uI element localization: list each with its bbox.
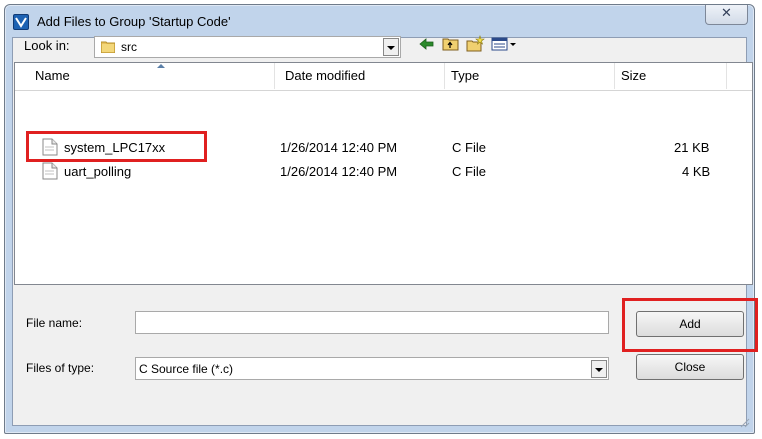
close-icon: ✕ [721,6,732,21]
file-date: 1/26/2014 12:40 PM [280,164,398,179]
files-of-type-value: C Source file (*.c) [139,362,234,376]
close-window-button[interactable]: ✕ [705,5,748,25]
column-header-name[interactable]: Name [15,63,275,89]
new-folder-icon[interactable] [464,34,486,54]
column-header-size[interactable]: Size [615,63,727,89]
up-folder-icon[interactable] [440,34,462,54]
chevron-down-icon[interactable] [591,360,607,378]
file-name-input[interactable] [135,311,609,334]
close-button[interactable]: Close [636,354,744,380]
look-in-value: src [121,40,137,54]
resize-grip-icon[interactable] [738,416,750,428]
title-bar[interactable]: Add Files to Group 'Startup Code' ✕ [5,5,754,37]
highlight-annotation-file [26,131,207,162]
folder-icon [101,41,115,53]
file-list-header: Name Date modified Type Size [15,63,752,91]
c-file-icon [42,162,58,180]
file-name-label: File name: [26,316,83,330]
window-title: Add Files to Group 'Startup Code' [37,14,231,29]
column-header-date-modified[interactable]: Date modified [275,63,445,89]
view-menu-icon[interactable] [490,34,520,54]
chevron-down-icon[interactable] [383,38,399,56]
keil-app-icon [13,14,29,30]
file-row[interactable]: uart_polling 1/26/2014 12:40 PM C File 4… [14,162,734,182]
back-arrow-icon[interactable] [416,34,438,54]
files-of-type-select[interactable]: C Source file (*.c) [135,357,609,380]
file-type: C File [452,140,486,155]
file-name: uart_polling [64,164,132,179]
file-type: C File [452,164,486,179]
file-size: 21 KB [674,140,710,155]
file-size: 4 KB [682,164,711,179]
file-date: 1/26/2014 12:40 PM [280,140,398,155]
files-of-type-label: Files of type: [26,361,95,375]
highlight-annotation-add [622,298,758,352]
sort-ascending-icon [157,64,165,68]
look-in-select[interactable]: src [94,36,401,58]
look-in-label: Look in: [24,38,70,53]
column-header-type[interactable]: Type [445,63,615,89]
